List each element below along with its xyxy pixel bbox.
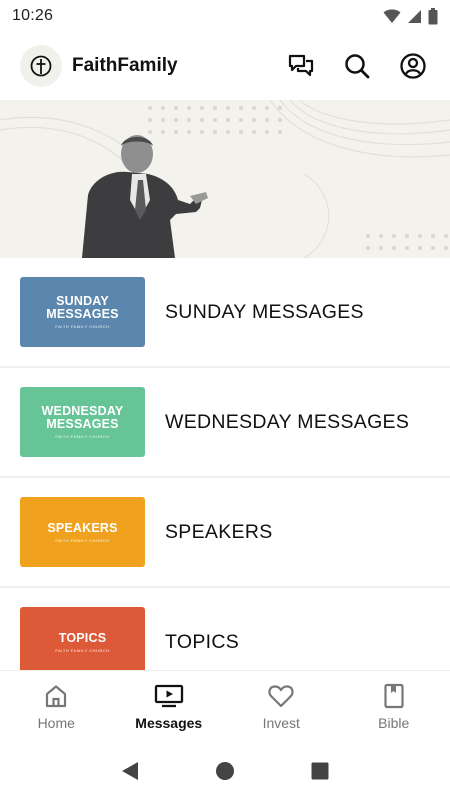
status-time: 10:26 (12, 7, 54, 24)
nav-label: Home (37, 714, 75, 731)
nav-invest[interactable]: Invest (225, 671, 338, 742)
list-item-label: WEDNESDAY MESSAGES (165, 410, 410, 433)
nav-messages[interactable]: Messages (113, 671, 226, 742)
search-icon (345, 54, 370, 79)
list-item-label: SPEAKERS (165, 520, 273, 543)
church-logo[interactable] (20, 45, 62, 87)
system-recents-button[interactable] (300, 751, 340, 791)
list-item-label: SUNDAY MESSAGES (165, 300, 364, 323)
thumb-subtitle: FAITH FAMILY CHURCH (55, 647, 110, 653)
list-item-speakers[interactable]: SPEAKERS FAITH FAMILY CHURCH SPEAKERS (0, 478, 450, 588)
list-item-wednesday-messages[interactable]: WEDNESDAY MESSAGES FAITH FAMILY CHURCH W… (0, 368, 450, 478)
header-actions (284, 49, 430, 83)
sunday-messages-thumbnail: SUNDAY MESSAGES FAITH FAMILY CHURCH (20, 277, 145, 347)
thumb-title: MESSAGES (46, 307, 119, 321)
thumb-title: MESSAGES (46, 417, 119, 431)
cross-circle-icon (30, 55, 52, 77)
book-icon (384, 683, 404, 708)
thumb-subtitle: FAITH FAMILY CHURCH (55, 434, 110, 439)
nav-label: Messages (135, 714, 203, 731)
list-item-sunday-messages[interactable]: SUNDAY MESSAGES FAITH FAMILY CHURCH SUND… (0, 258, 450, 368)
bottom-navigation: Home Messages Invest Bible (0, 670, 450, 742)
chat-button[interactable] (284, 49, 318, 83)
thumb-title: SPEAKERS (47, 520, 118, 535)
system-back-button[interactable] (110, 751, 150, 791)
account-icon (400, 53, 426, 79)
heart-icon (268, 684, 294, 707)
nav-label: Invest (262, 714, 300, 731)
chat-icon (288, 54, 314, 77)
recents-icon (311, 762, 329, 780)
list-item-topics[interactable]: TOPICS FAITH FAMILY CHURCH TOPICS (0, 588, 450, 670)
search-button[interactable] (340, 49, 374, 83)
system-home-button[interactable] (205, 751, 245, 791)
status-bar: 10:26 (0, 0, 450, 32)
speaker-photo (0, 100, 450, 258)
video-icon (154, 684, 183, 707)
thumb-subtitle: FAITH FAMILY CHURCH (55, 537, 110, 543)
list-item-label: TOPICS (165, 630, 240, 653)
home-circle-icon (215, 762, 234, 780)
system-navigation (0, 742, 450, 800)
account-button[interactable] (396, 49, 430, 83)
thumb-subtitle: FAITH FAMILY CHURCH (55, 324, 110, 329)
back-icon (121, 762, 138, 780)
topics-thumbnail: TOPICS FAITH FAMILY CHURCH (20, 607, 145, 670)
speakers-thumbnail: SPEAKERS FAITH FAMILY CHURCH (20, 497, 145, 567)
home-icon (46, 684, 67, 707)
nav-bible[interactable]: Bible (338, 671, 450, 742)
wednesday-messages-thumbnail: WEDNESDAY MESSAGES FAITH FAMILY CHURCH (20, 387, 145, 457)
thumb-title: TOPICS (58, 630, 107, 645)
message-category-list: SUNDAY MESSAGES FAITH FAMILY CHURCH SUND… (0, 258, 450, 670)
hero-banner[interactable] (0, 100, 450, 258)
nav-label: Bible (378, 714, 410, 731)
signal-icon (408, 9, 421, 23)
status-icons (383, 7, 438, 25)
app-header: FaithFamily (0, 40, 450, 92)
wifi-icon (383, 9, 401, 23)
battery-icon (428, 7, 438, 24)
app-title: FaithFamily (72, 55, 178, 76)
nav-home[interactable]: Home (0, 671, 113, 742)
